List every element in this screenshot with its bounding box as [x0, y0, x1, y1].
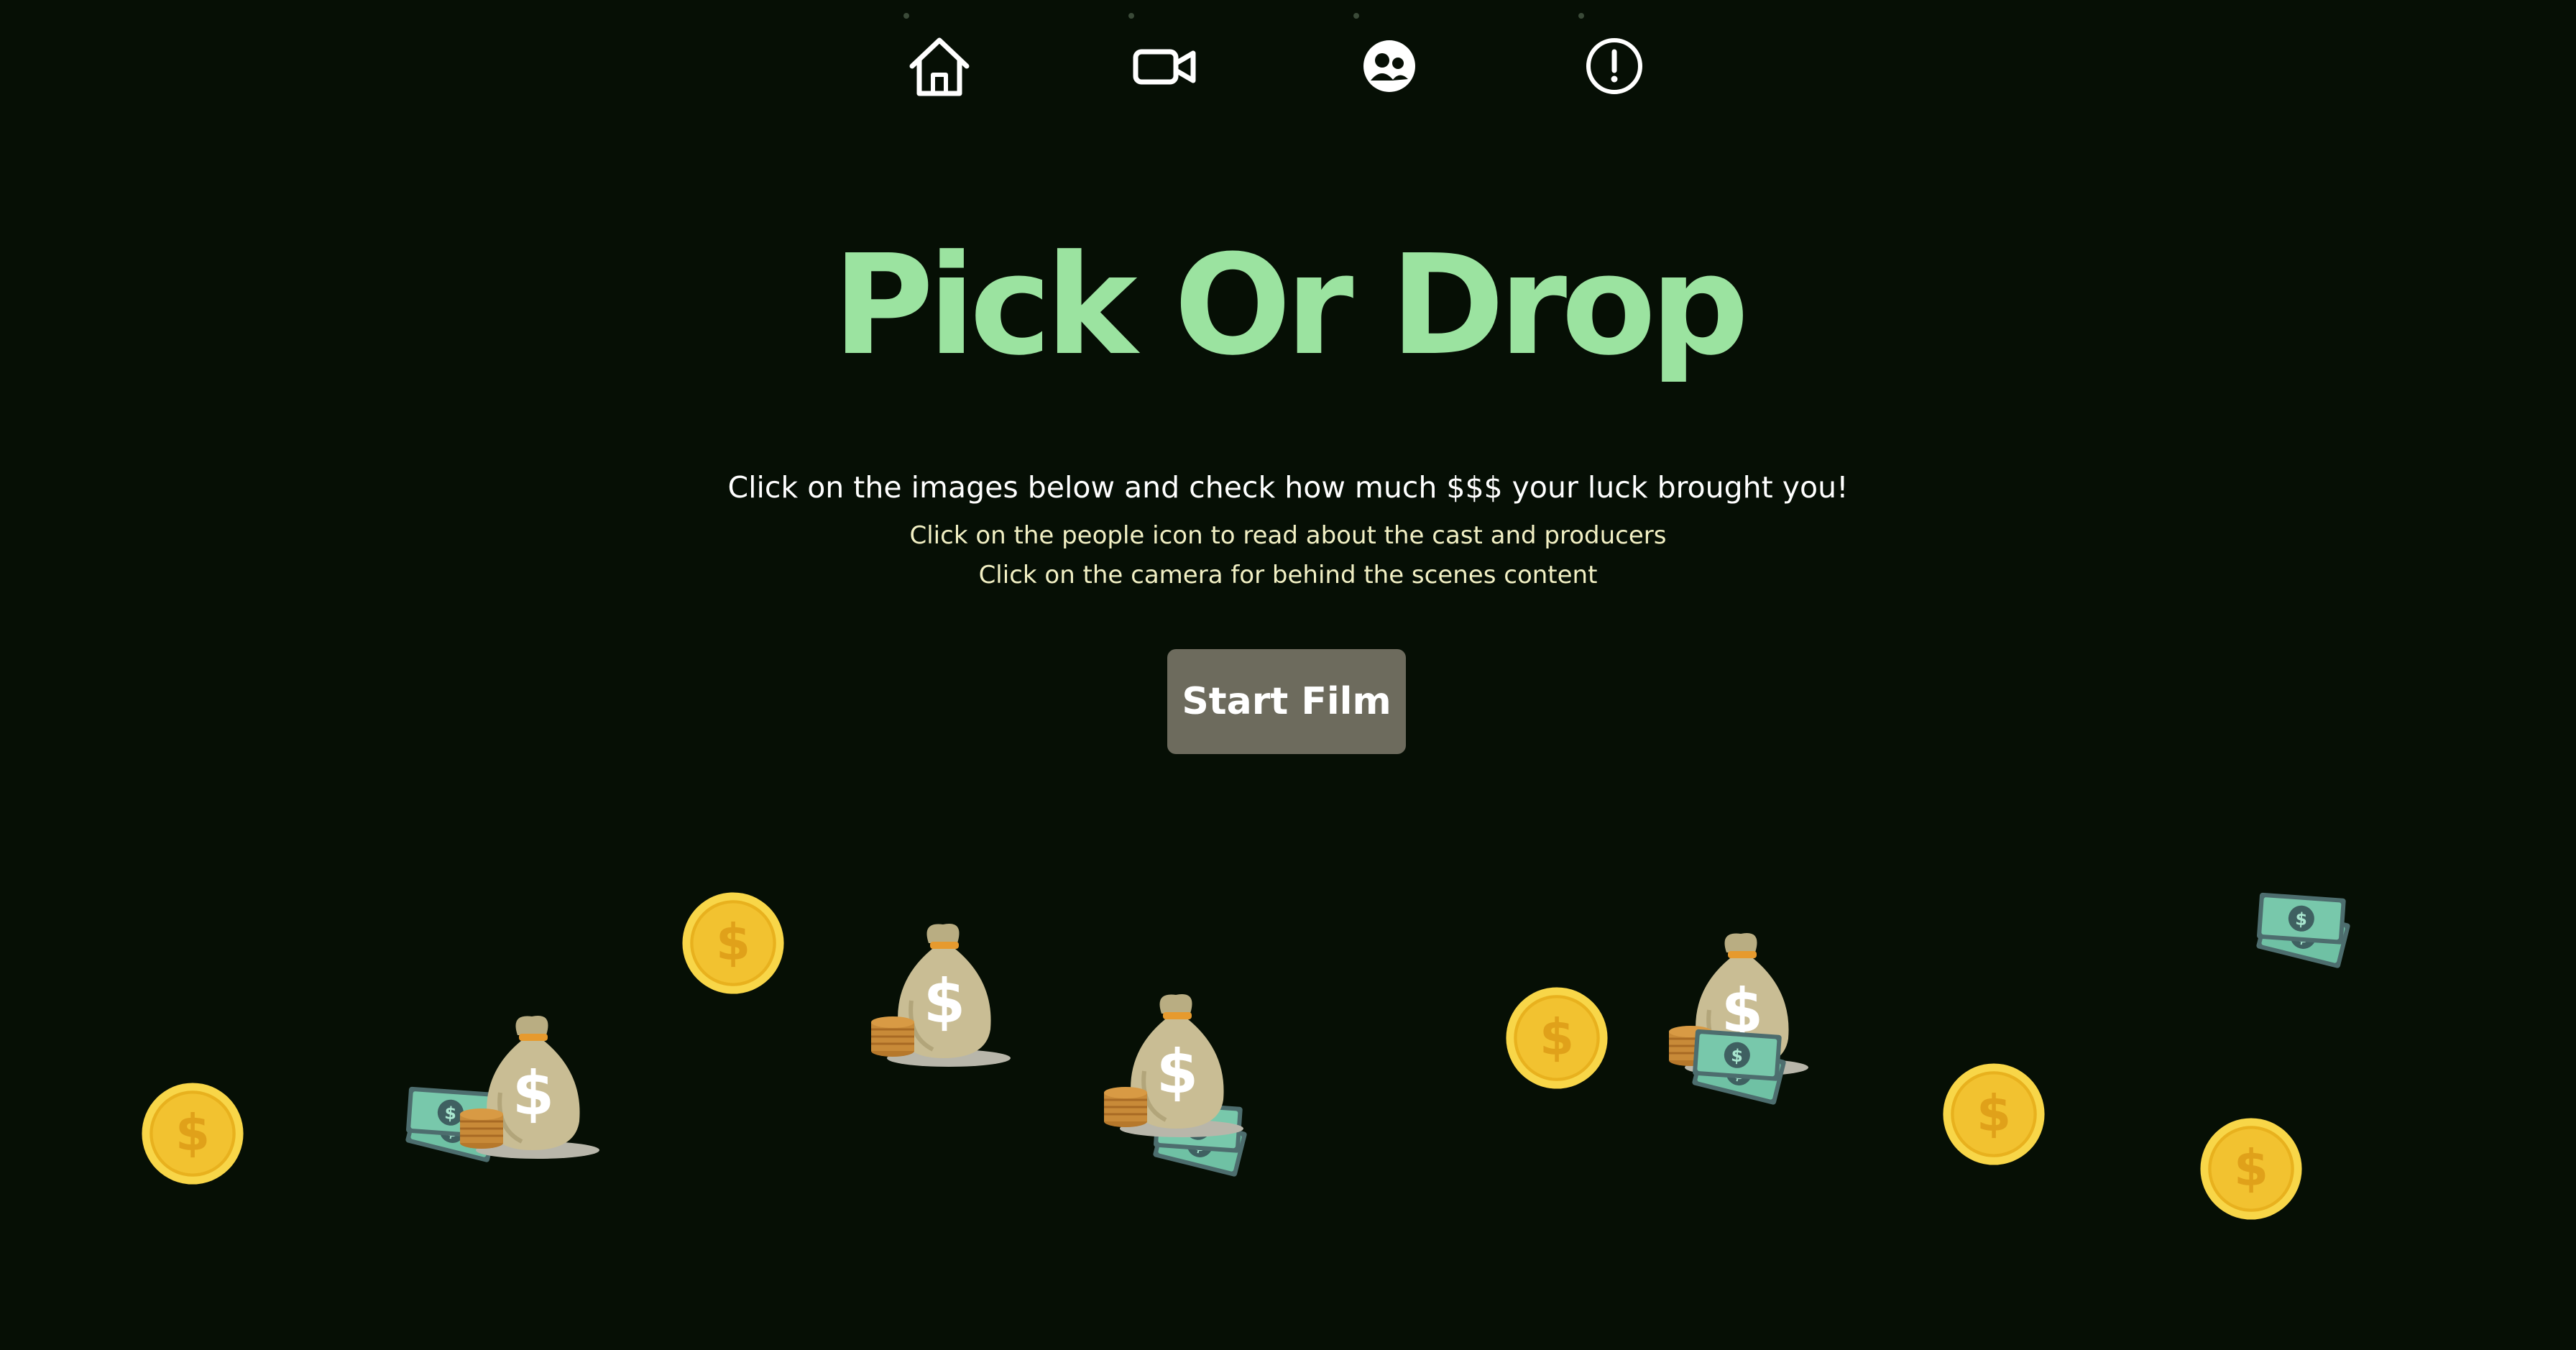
- top-nav: [0, 0, 2576, 129]
- people-icon: [1363, 40, 1415, 92]
- nav-info-button[interactable]: [1578, 30, 1650, 102]
- intro-text: Click on the images below and check how …: [727, 470, 1849, 505]
- cash-stack-icon[interactable]: [2253, 891, 2354, 978]
- nav-indicator-dot: [1353, 13, 1359, 19]
- nav-video-button[interactable]: [1128, 30, 1200, 102]
- cash-stack-icon[interactable]: [1689, 1028, 1790, 1114]
- exclamation-circle-icon: [1586, 38, 1642, 94]
- money-bag-icon[interactable]: [864, 914, 1015, 1073]
- nav-home-button[interactable]: [903, 30, 975, 102]
- start-film-button[interactable]: Start Film: [1167, 649, 1406, 754]
- gold-coin-icon[interactable]: [1942, 1062, 2046, 1166]
- nav-indicator-dot: [1128, 13, 1134, 19]
- home-icon: [909, 37, 970, 96]
- camera-hint-text: Click on the camera for behind the scene…: [978, 561, 1598, 589]
- people-hint-text: Click on the people icon to read about t…: [909, 521, 1667, 550]
- money-bag-icon[interactable]: [453, 1006, 604, 1165]
- gold-coin-icon[interactable]: [2199, 1117, 2303, 1221]
- gold-coin-icon[interactable]: [141, 1082, 244, 1185]
- video-camera-icon: [1133, 49, 1196, 85]
- page-title: Pick Or Drop: [832, 226, 1749, 386]
- nav-indicator-dot: [1578, 13, 1584, 19]
- gold-coin-icon[interactable]: [1505, 986, 1609, 1090]
- nav-indicator-dot: [903, 13, 909, 19]
- nav-people-button[interactable]: [1353, 30, 1425, 102]
- money-bag-icon[interactable]: [1097, 985, 1248, 1143]
- gold-coin-icon[interactable]: [681, 891, 785, 995]
